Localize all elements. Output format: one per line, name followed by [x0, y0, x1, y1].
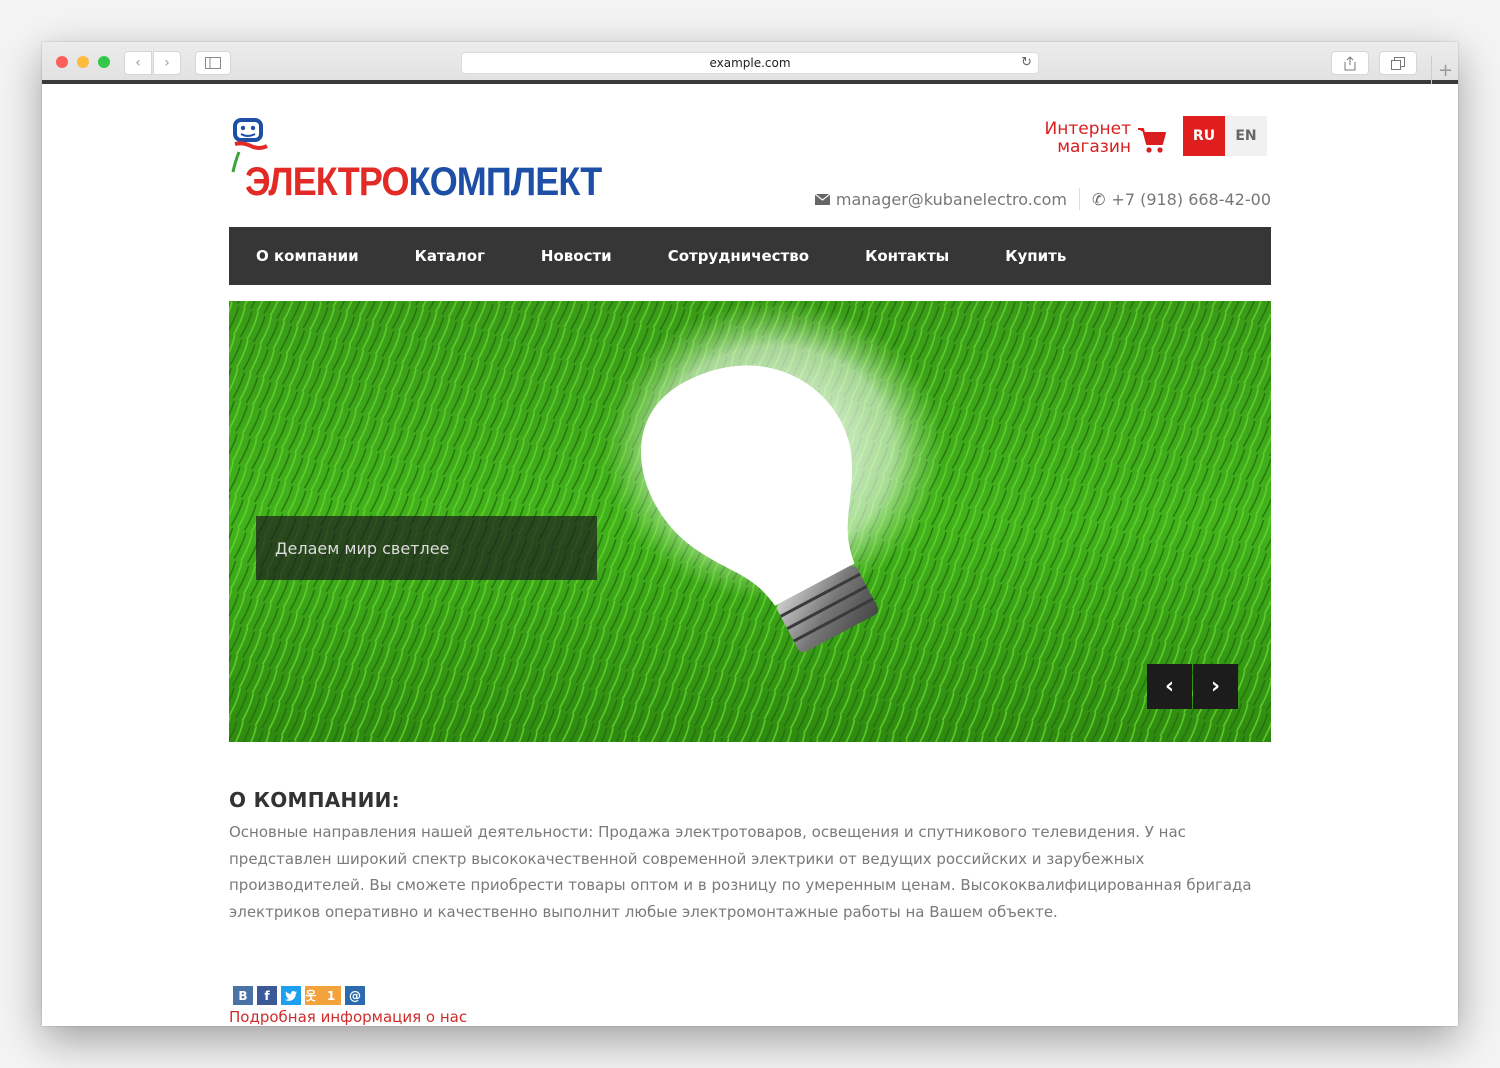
language-ru-button[interactable]: RU [1183, 116, 1225, 156]
sidebar-icon [205, 57, 221, 69]
menu-item-cooperation[interactable]: Сотрудничество [668, 247, 809, 265]
logo-wordmark: ЭЛЕКТРОКОМПЛЕКТ [245, 160, 603, 205]
maximize-window-button[interactable] [98, 56, 110, 68]
chevron-right-icon: › [1210, 674, 1221, 699]
vk-share-icon[interactable]: В [233, 986, 253, 1005]
new-tab-button[interactable]: + [1431, 56, 1458, 84]
menu-item-about[interactable]: О компании [256, 247, 359, 265]
chevron-left-icon: ‹ [135, 55, 141, 71]
odnoklassniki-share-icon[interactable]: 웃 1 [305, 986, 341, 1005]
chevron-left-icon: ‹ [1164, 674, 1175, 699]
about-description: Основные направления нашей деятельности:… [229, 823, 1252, 922]
share-button[interactable] [1331, 51, 1369, 75]
phone-icon: ✆ [1092, 189, 1106, 209]
slider-next-button[interactable]: › [1193, 664, 1238, 709]
odnoklassniki-logo-icon: 웃 [305, 989, 317, 1003]
menu-item-news[interactable]: Новости [541, 247, 612, 265]
contact-info: manager@kubanelectro.com ✆ +7 (918) 668-… [814, 188, 1271, 210]
shopping-cart-icon [1138, 128, 1166, 153]
browser-toolbar: ‹ › example.com ↻ + [42, 42, 1458, 84]
main-menu: О компании Каталог Новости Сотрудничеств… [229, 227, 1271, 285]
twitter-share-icon[interactable] [281, 986, 301, 1005]
contact-divider [1079, 188, 1080, 210]
chevron-right-icon: › [164, 55, 170, 71]
more-about-us-link[interactable]: Подробная информация о нас [229, 1008, 467, 1026]
address-bar[interactable]: example.com ↻ [461, 52, 1039, 74]
shop-label-line-2: магазин [1057, 137, 1131, 157]
ok-share-count: 1 [326, 988, 336, 1003]
browser-window: ‹ › example.com ↻ + ЭЛЕКТРОКОМПЛЕКТ Инте… [42, 42, 1458, 1026]
slide-caption: Делаем мир светлее [256, 516, 597, 580]
forward-button[interactable]: › [153, 51, 181, 75]
envelope-icon [814, 193, 830, 205]
plus-icon: + [1437, 59, 1454, 81]
url-text: example.com [709, 56, 791, 70]
close-window-button[interactable] [56, 56, 68, 68]
hero-slider: Делаем мир светлее ‹ › [229, 301, 1271, 742]
slider-controls: ‹ › [1147, 664, 1238, 709]
tabs-icon [1391, 56, 1405, 70]
share-icon [1344, 55, 1356, 70]
logo-part-1: ЭЛЕКТРО [245, 160, 410, 204]
email-link[interactable]: manager@kubanelectro.com [836, 190, 1067, 209]
site-logo[interactable]: ЭЛЕКТРОКОМПЛЕКТ [229, 116, 602, 204]
minimize-window-button[interactable] [77, 56, 89, 68]
online-shop-link[interactable]: Интернет магазин [1043, 120, 1167, 160]
reload-icon[interactable]: ↻ [1021, 55, 1032, 70]
back-button[interactable]: ‹ [124, 51, 152, 75]
menu-item-contacts[interactable]: Контакты [865, 247, 949, 265]
menu-item-buy[interactable]: Купить [1005, 247, 1066, 265]
language-en-button[interactable]: EN [1225, 116, 1267, 156]
about-heading: О КОМПАНИИ: [229, 788, 400, 812]
social-share-buttons: В f 웃 1 @ [233, 986, 369, 1005]
logo-part-2: КОМПЛЕКТ [408, 160, 603, 204]
menu-item-catalog[interactable]: Каталог [415, 247, 485, 265]
facebook-share-icon[interactable]: f [257, 986, 277, 1005]
phone-number[interactable]: +7 (918) 668-42-00 [1111, 190, 1271, 209]
mailru-share-icon[interactable]: @ [345, 986, 365, 1005]
slider-prev-button[interactable]: ‹ [1147, 664, 1192, 709]
tabs-overview-button[interactable] [1379, 51, 1417, 75]
shop-label-line-1: Интернет [1044, 119, 1131, 139]
sidebar-toggle-button[interactable] [195, 51, 231, 75]
